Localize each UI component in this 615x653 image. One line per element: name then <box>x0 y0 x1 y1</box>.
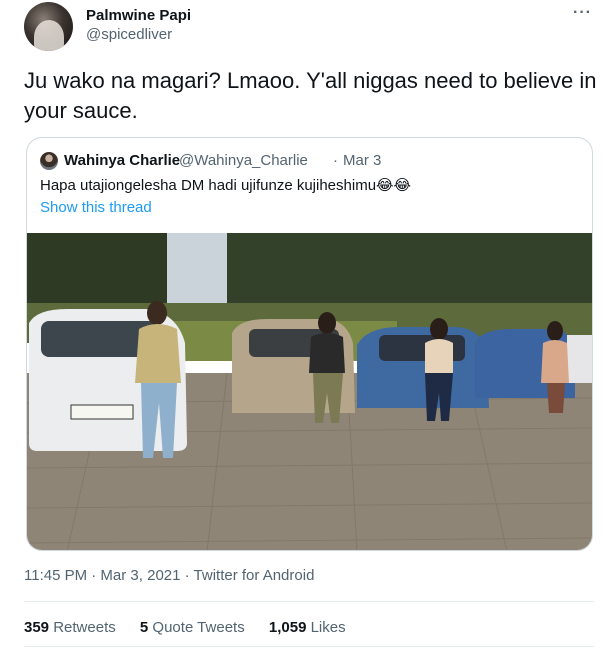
show-thread-link[interactable]: Show this thread <box>40 199 152 216</box>
quoted-author-name: Wahinya Charlie <box>64 152 181 169</box>
quoted-text: Hapa utajiongelesha DM hadi ujifunze kuj… <box>40 177 412 194</box>
likes-count: 1,059 <box>268 619 307 636</box>
tweet-stats: 359 Retweets 5 Quote Tweets 1,059 Likes <box>24 619 366 636</box>
parking-lot-photo <box>27 233 592 550</box>
quoted-date[interactable]: Mar 3 <box>343 152 381 169</box>
quoted-author-avatar <box>40 152 58 170</box>
tweet-meta[interactable]: 11:45 PM · Mar 3, 2021 · Twitter for And… <box>24 567 314 584</box>
quoted-author-handle: @Wahinya_Charlie <box>179 152 308 169</box>
quote-tweets-label: Quote Tweets <box>152 619 245 636</box>
likes-label: Likes <box>310 619 346 636</box>
divider <box>24 646 594 647</box>
quoted-tweet[interactable]: Wahinya Charlie @Wahinya_Charlie · Mar 3… <box>26 137 593 551</box>
quote-tweets-stat[interactable]: 5 Quote Tweets <box>140 619 245 636</box>
author-handle[interactable]: @spicedliver <box>86 26 172 43</box>
likes-stat[interactable]: 1,059 Likes <box>269 619 346 636</box>
quoted-photo[interactable] <box>27 233 592 550</box>
tweet: Palmwine Papi @spicedliver ··· Ju wako n… <box>0 0 615 653</box>
retweets-count: 359 <box>24 619 50 636</box>
author-avatar[interactable] <box>24 2 73 51</box>
retweets-stat[interactable]: 359 Retweets <box>24 619 116 636</box>
more-dots-icon[interactable]: ··· <box>573 4 592 22</box>
tweet-text: Ju wako na magari? Lmaoo. Y'all niggas n… <box>24 68 597 123</box>
divider <box>24 601 594 602</box>
retweets-label: Retweets <box>53 619 116 636</box>
author-name[interactable]: Palmwine Papi <box>86 7 191 24</box>
quoted-separator: · <box>333 152 338 169</box>
quote-tweets-count: 5 <box>139 619 149 636</box>
